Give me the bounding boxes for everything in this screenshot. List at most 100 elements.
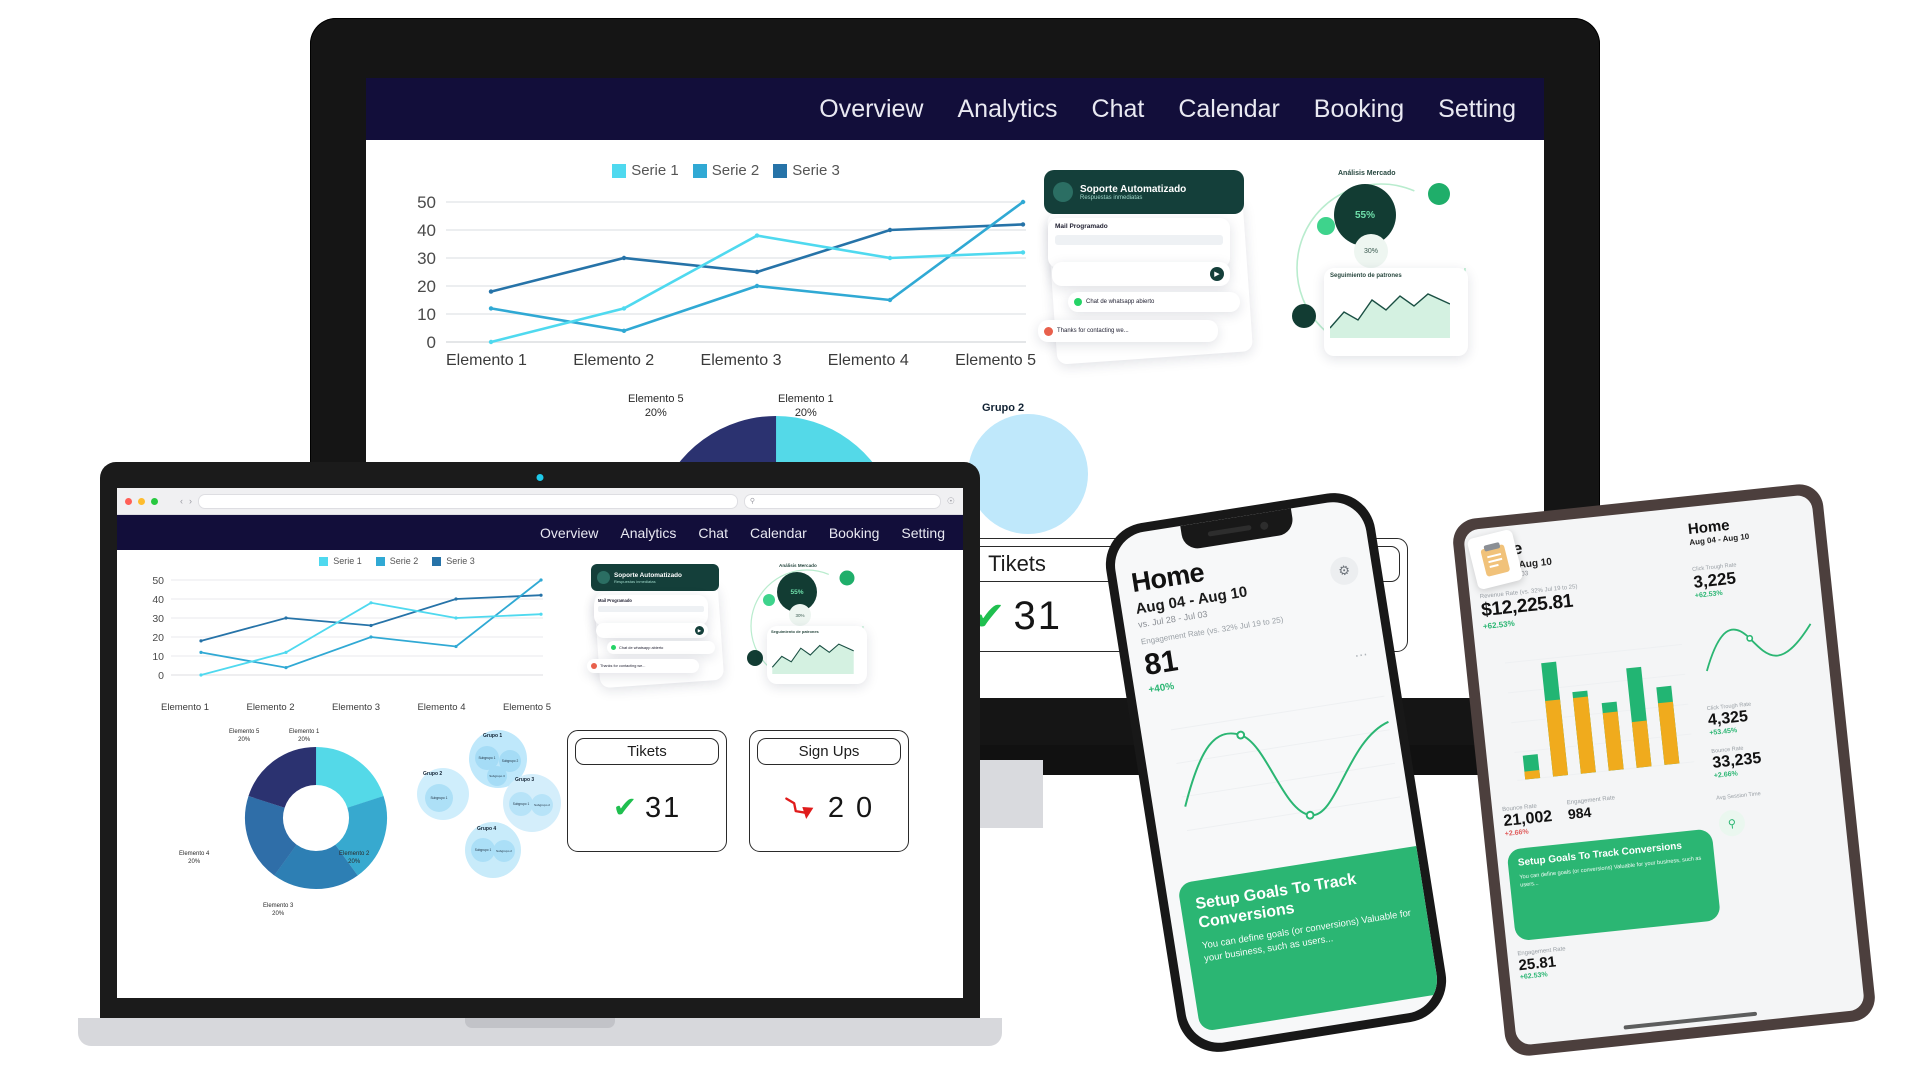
laptop-line-chart: 50 40 30 20 10 0: [152, 575, 543, 682]
tablet-side-line-chart: [1706, 623, 1812, 672]
nav-item-overview[interactable]: Overview: [819, 95, 923, 124]
expand-icon[interactable]: ☉: [947, 496, 955, 507]
tablet-side-engagement-label: Avg Session Time: [1715, 791, 1762, 802]
laptop-camera-icon: [536, 474, 544, 481]
bubble-grupo-4-sub-1[interactable]: Subgrupo 1: [471, 838, 495, 862]
legend-entry-serie-2[interactable]: Serie 2: [692, 162, 759, 179]
support-item-1[interactable]: ▶: [1052, 262, 1230, 286]
laptop-donut-label-2-text: Elemento 2: [339, 851, 370, 857]
address-bar[interactable]: [198, 493, 738, 509]
support-item-2-label: Chat de whatsapp abierto: [1086, 299, 1155, 305]
kpi-body-tikets: ✔ 31: [613, 765, 682, 851]
laptop-nav-item-booking[interactable]: Booking: [829, 525, 880, 541]
kpi-card-signups[interactable]: Sign Ups 2 0: [749, 730, 909, 852]
alert-icon: [1044, 326, 1053, 336]
bubble-grupo-3-sub-1[interactable]: Subgrupo 1: [509, 792, 533, 816]
analysis-pattern-card[interactable]: Seguimiento de patrones: [1324, 268, 1468, 356]
laptop-support-item-2[interactable]: Chat de whatsapp abierto: [607, 641, 715, 654]
window-minimize-icon[interactable]: [138, 497, 145, 505]
laptop-support-item-1[interactable]: ▶: [596, 623, 708, 638]
line-chart-gridlines: [446, 201, 1026, 343]
svg-text:50: 50: [152, 575, 164, 587]
line-chart-xticks: Elemento 1 Elemento 2 Elemento 3 Element…: [446, 352, 1036, 370]
laptop-legend-entry-serie-1[interactable]: Serie 1: [319, 556, 362, 566]
legend-entry-serie-3[interactable]: Serie 3: [773, 162, 840, 179]
bar-yellow-3: [1602, 711, 1624, 771]
laptop-donut-label-elemento-2: Elemento 2 20%: [339, 850, 369, 866]
laptop-support-item-2-label: Chat de whatsapp abierto: [619, 645, 664, 650]
bar-yellow-1: [1545, 699, 1569, 777]
laptop-nav-item-overview[interactable]: Overview: [540, 525, 598, 541]
donut-value-5: 20%: [644, 407, 667, 420]
svg-text:10: 10: [417, 305, 436, 324]
laptop-donut-value-1: 20%: [298, 737, 311, 744]
laptop-nav-item-chat[interactable]: Chat: [698, 525, 728, 541]
laptop-donut-label-5-text: Elemento 5: [229, 729, 260, 735]
kpi-body-tikets-desktop: ✔ 31: [972, 582, 1062, 651]
laptop-donut-label-1-text: Elemento 1: [289, 729, 320, 735]
support-item-2[interactable]: Chat de whatsapp abierto: [1068, 292, 1240, 312]
laptop-device: ‹ › ⚲ ☉ Overview Analytics Chat Calendar…: [78, 462, 1002, 1062]
analysis-area-chart: [1329, 293, 1451, 338]
bubble-grupo-1-sub-3[interactable]: Subgrupo 3: [487, 766, 507, 786]
nav-item-calendar[interactable]: Calendar: [1178, 95, 1279, 124]
laptop-points-serie-1: [199, 601, 543, 677]
laptop-nav-item-calendar[interactable]: Calendar: [750, 525, 807, 541]
laptop-line-serie-2: [200, 579, 542, 669]
bubble-grupo-2-sub-1[interactable]: Subgrupo 1: [425, 784, 453, 812]
laptop-donut-value-2: 20%: [348, 859, 361, 866]
play-icon[interactable]: ▶: [1210, 267, 1224, 281]
nav-item-analytics[interactable]: Analytics: [957, 95, 1057, 124]
desktop-navbar: Overview Analytics Chat Calendar Booking…: [366, 78, 1544, 140]
support-subtitle: Respuestas inmediatas: [1080, 194, 1143, 201]
search-icon-tablet[interactable]: ⚲: [1717, 808, 1747, 838]
phone-line-chart: [1170, 695, 1401, 832]
laptop-legend-entry-serie-3[interactable]: Serie 3: [432, 556, 475, 566]
nav-item-chat[interactable]: Chat: [1092, 95, 1145, 124]
laptop-nav-item-setting[interactable]: Setting: [901, 525, 945, 541]
svg-text:0: 0: [158, 670, 164, 682]
laptop-xtick-2: Elemento 2: [246, 702, 295, 713]
window-maximize-icon[interactable]: [151, 497, 158, 505]
phone-more-icon[interactable]: ⋯: [1354, 646, 1371, 664]
legend-entry-serie-1[interactable]: Serie 1: [612, 162, 679, 179]
window-close-icon[interactable]: [125, 497, 132, 505]
donut-value-1: 20%: [794, 407, 817, 420]
support-item-0[interactable]: Mail Programado: [1048, 218, 1230, 268]
laptop-play-icon[interactable]: ▶: [695, 626, 704, 635]
laptop-support-item-3[interactable]: Thanks for contacting we...: [587, 659, 699, 673]
support-item-3[interactable]: Thanks for contacting we...: [1038, 320, 1218, 342]
laptop-legend-entry-serie-2[interactable]: Serie 2: [375, 556, 418, 566]
bubble-grupo-4-sub-2[interactable]: Subgrupo 2: [493, 840, 515, 862]
bar-yellow-5: [1657, 701, 1680, 765]
svg-text:30: 30: [417, 249, 436, 268]
support-title: Soporte Automatizado: [1080, 183, 1187, 195]
laptop-donut-label-elemento-5: Elemento 5 20%: [229, 728, 259, 744]
phone-promo-card[interactable]: Setup Goals To Track Conversions You can…: [1177, 843, 1442, 1032]
legend-swatch-serie-2: [692, 163, 707, 178]
laptop-analysis-area-chart: [771, 643, 854, 674]
browser-search-input[interactable]: ⚲: [743, 493, 941, 509]
check-icon-laptop: ✔: [612, 791, 638, 824]
analysis-small-donut: 30%: [1354, 234, 1388, 268]
laptop-support-item-0[interactable]: Mail Programado: [594, 595, 708, 626]
phone-camera-icon: [1259, 520, 1269, 530]
laptop-dashboard-body: Serie 1 Serie 2 Serie 3 50 40 30 20 10 0…: [117, 550, 963, 998]
laptop-nav-item-analytics[interactable]: Analytics: [620, 525, 676, 541]
laptop-alert-icon: [591, 663, 597, 669]
kpi-card-tikets[interactable]: Tikets ✔ 31: [567, 730, 727, 852]
laptop-donut-chart: [245, 747, 387, 889]
bubble-grupo-3-sub-2[interactable]: Subgrupo 2: [531, 794, 553, 816]
nav-item-setting[interactable]: Setting: [1438, 95, 1516, 124]
kpi-title-tikets: Tikets: [575, 738, 719, 765]
laptop-xtick-4: Elemento 4: [417, 702, 466, 713]
nav-back-icon[interactable]: ‹: [180, 496, 183, 506]
laptop-support-header: Soporte Automatizado Respuestas inmediat…: [591, 564, 719, 591]
nav-forward-icon[interactable]: ›: [189, 496, 192, 506]
phone-metric-delta: +40%: [1147, 680, 1175, 696]
nav-item-booking[interactable]: Booking: [1314, 95, 1404, 124]
kpi-body-signups: 2 0: [784, 765, 874, 851]
tablet-promo-card[interactable]: Setup Goals To Track Conversions You can…: [1506, 828, 1721, 942]
laptop-analysis-pattern-card[interactable]: Seguimiento de patrones: [767, 626, 867, 684]
laptop-gridlines: [171, 579, 543, 676]
